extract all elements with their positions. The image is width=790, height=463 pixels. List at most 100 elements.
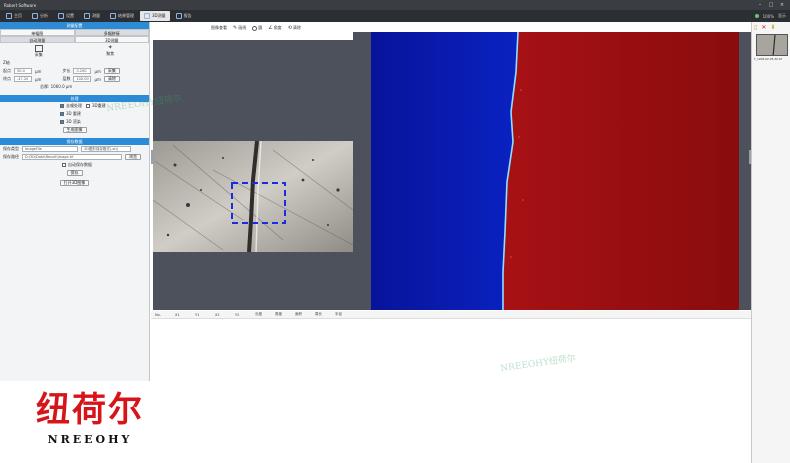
tab-3d-measure[interactable]: 3D测量	[140, 11, 170, 21]
col-header: 半径	[335, 312, 342, 316]
focus-button[interactable]: ✦ 聚焦	[106, 45, 114, 57]
maximize-icon[interactable]: □	[767, 2, 775, 8]
step-field[interactable]: 0.200	[73, 68, 92, 74]
tool-angle[interactable]: ∠ 角度	[268, 25, 281, 31]
app-title: Robert Software	[4, 2, 37, 8]
main-toolbar: 主页 分析 设置 测量 结果管理 3D测量 报告 100% 显示	[0, 10, 790, 22]
range-row-start: 起点 50.0 μm 步长 0.200 μm 采集	[0, 67, 149, 75]
col-header: 长度	[255, 312, 262, 316]
angle-icon: ∠	[268, 25, 273, 31]
col-header: Y2	[235, 312, 240, 317]
save-path-input[interactable]: D:\3D\Data\Result\Image.tif	[22, 154, 122, 160]
pen-icon: ✎	[233, 25, 238, 31]
subtab-stitch[interactable]: 多幅拼接	[74, 29, 149, 36]
checkbox-icon[interactable]	[62, 163, 66, 167]
results-icon	[110, 13, 116, 19]
analysis-icon	[32, 13, 38, 19]
display-status: 显示	[778, 13, 786, 18]
minimize-icon[interactable]: –	[756, 2, 764, 8]
close-icon[interactable]: ×	[778, 2, 786, 8]
subtab-3d[interactable]: 3D测量	[74, 36, 149, 43]
delete-icon[interactable]: ✕	[761, 24, 766, 31]
mode-subtabs: 单幅图 多幅拼接	[0, 29, 149, 36]
col-header: X2	[215, 312, 220, 317]
range-row-end: 终点 -47.20 μm 层数 100.00 μm 清除	[0, 75, 149, 83]
brand-logo: 纽荷尔 NREEOHY	[0, 381, 180, 463]
save-format-select[interactable]: 3D图形保存格式(.stl)	[81, 146, 131, 152]
window-controls: – □ ×	[756, 2, 790, 8]
auto-save-row[interactable]: 自动保存数据	[0, 161, 149, 169]
start-field[interactable]: 50.0	[14, 68, 32, 74]
checkbox-icon[interactable]	[60, 104, 64, 108]
open-3d-button[interactable]: 打开3D图像	[59, 180, 90, 186]
tool-clear[interactable]: ⟲ 清除	[288, 25, 301, 31]
section-header-save: 保存数据	[0, 138, 149, 145]
col-header: No.	[155, 312, 161, 317]
status-dot-icon	[754, 14, 759, 18]
title-bar: Robert Software – □ ×	[0, 0, 790, 10]
clear-range-button[interactable]: 清除	[103, 76, 120, 82]
col-header: 周长	[315, 312, 322, 316]
save-path-row: 保存路径 D:\3D\Data\Result\Image.tif 浏览	[0, 153, 149, 161]
tab-home[interactable]: 主页	[2, 11, 26, 21]
height-map-image	[371, 31, 739, 310]
checkbox-icon[interactable]	[86, 104, 90, 108]
circle-icon	[252, 25, 258, 31]
total-thickness: 总厚: 1060.0 μm	[40, 84, 73, 89]
save-type-select[interactable]: ImageFile	[22, 146, 78, 152]
col-header: X1	[175, 312, 180, 317]
subtab-auto[interactable]: 自动测量	[0, 36, 75, 43]
file-icon[interactable]: ▯	[754, 24, 757, 31]
measurement-table-header: No. X1 Y1 X2 Y2 长度 角度 面积 周长 半径	[151, 311, 751, 319]
capture-start-button[interactable]: 采集	[103, 68, 120, 74]
tool-line[interactable]: ✎ 画线	[233, 25, 246, 31]
save-type-row: 保存类型 ImageFile 3D图形保存格式(.stl)	[0, 145, 149, 153]
ruler-icon	[84, 13, 90, 19]
tool-view[interactable]: 图像查看	[211, 25, 227, 31]
thumb-actions: ▯ ✕ ⬇	[754, 24, 775, 31]
height-map-view[interactable]	[353, 31, 751, 310]
col-header: 角度	[275, 312, 282, 316]
status-area: 100% 显示	[754, 10, 786, 22]
browse-button[interactable]: 浏览	[125, 154, 141, 160]
open-3d-row: 打开3D图像	[0, 179, 149, 187]
thumbnail-label: T_1206-02-05-30.tif	[754, 57, 782, 61]
save-row: 保存	[0, 169, 149, 177]
work-area: 图像查看 ✎ 画线 圆 ∠ 角度 ⟲ 清除 No. X1 Y1 X2 Y2 长度…	[151, 22, 753, 463]
col-header: Y1	[195, 312, 200, 317]
tab-settings[interactable]: 设置	[54, 11, 78, 21]
tab-measure[interactable]: 测量	[80, 11, 104, 21]
microscope-image	[152, 140, 354, 253]
cube-icon	[144, 13, 150, 19]
clear-icon: ⟲	[287, 25, 292, 31]
generate-row: 生成图像	[0, 126, 149, 134]
end-field[interactable]: -47.20	[14, 76, 32, 82]
capture-row: 采集 ✦ 聚焦	[0, 43, 149, 59]
col-header: 面积	[295, 312, 302, 316]
checkbox-icon[interactable]	[60, 112, 64, 116]
zoom-status: 100%	[762, 13, 774, 19]
export-icon[interactable]: ⬇	[770, 24, 775, 31]
collapse-left-handle[interactable]	[151, 150, 155, 164]
home-icon	[6, 13, 12, 19]
thumbnail-panel: ▯ ✕ ⬇ T_1206-02-05-30.tif	[751, 22, 790, 463]
logo-english: NREEOHY	[47, 433, 133, 446]
capture-button[interactable]: 采集	[34, 44, 43, 58]
generate-image-button[interactable]: 生成图像	[62, 127, 87, 133]
option-3d-render[interactable]: 3D 渲染	[0, 118, 149, 126]
logo-chinese: 纽荷尔	[36, 390, 144, 430]
subtab-single[interactable]: 单幅图	[0, 29, 75, 36]
save-button[interactable]: 保存	[66, 170, 83, 176]
tab-results[interactable]: 结果管理	[106, 11, 138, 21]
layers-field[interactable]: 100.00	[73, 76, 92, 82]
checkbox-icon[interactable]	[60, 120, 64, 124]
tool-circle[interactable]: 圆	[252, 25, 262, 31]
tab-report[interactable]: 报告	[172, 11, 196, 21]
image-thumbnail[interactable]	[756, 34, 788, 56]
measure-subtabs: 自动测量 3D测量	[0, 36, 149, 43]
tab-analysis[interactable]: 分析	[28, 11, 52, 21]
settings-icon	[58, 13, 64, 19]
microscope-view[interactable]	[152, 40, 354, 310]
report-icon	[175, 13, 182, 19]
z-axis-label-row: Z轴	[3, 60, 10, 65]
